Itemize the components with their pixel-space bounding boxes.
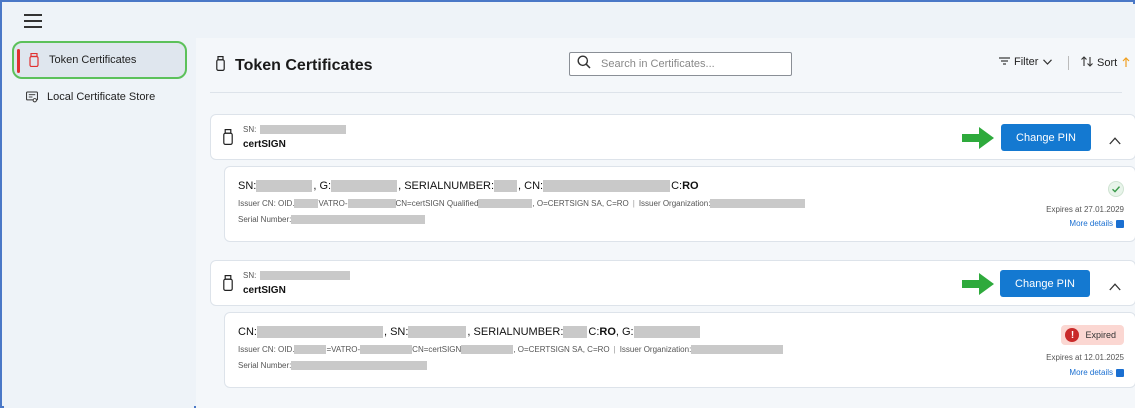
sort-direction-icon [1122,56,1130,70]
redacted-value [256,326,383,338]
sidebar: Token Certificates Local Certificate Sto… [4,38,194,408]
filter-button[interactable]: Filter [999,56,1053,68]
certificate-store-icon [26,90,38,104]
redacted-value [294,199,319,208]
certificate-serial-number: Serial Number: [238,361,428,370]
certificate-serial-number: Serial Number: [238,215,426,224]
redacted-value [291,361,428,370]
chevron-up-icon[interactable] [1109,278,1121,296]
redacted-value [563,326,588,338]
certificate-subject: SN: , G: , SERIALNUMBER: , CN: C: RO [238,180,699,192]
certificate-card[interactable]: SN: , G: , SERIALNUMBER: , CN: C: RO Iss… [224,166,1135,242]
chevron-down-icon [1043,56,1053,68]
app-window: Token Certificates Local Certificate Sto… [0,0,1135,408]
redacted-value [360,345,413,354]
usb-token-icon [223,129,233,150]
redacted-value [691,345,784,354]
expiry-date: Expires at 27.01.2029 [1046,205,1124,214]
status-badge: ! Expired [1061,325,1124,345]
certificate-card[interactable]: CN: , SN: , SERIALNUMBER: C: RO , G: Iss… [224,312,1135,388]
search-input[interactable] [601,58,781,70]
error-icon: ! [1065,328,1080,342]
redacted-value [294,345,327,354]
valid-check-icon [1108,181,1124,202]
certificate-issuer: Issuer CN: OID. =VATRO- CN=certSIGN , O=… [238,345,784,354]
usb-token-icon [223,275,233,296]
annotation-arrow-icon [962,273,994,300]
main-panel: Token Certificates Filter Sort [196,38,1135,408]
search-box[interactable] [569,52,792,76]
search-icon [577,55,591,74]
external-link-icon [1116,368,1124,377]
top-bar [4,4,1135,38]
redacted-value [260,271,351,280]
sort-button[interactable]: Sort [1068,56,1130,70]
expiry-date: Expires at 12.01.2025 [1046,353,1124,362]
filter-label: Filter [1014,56,1039,68]
redacted-value [256,180,313,192]
sidebar-item-label: Token Certificates [49,54,137,66]
external-link-icon [1116,219,1124,228]
sort-label: Sort [1097,57,1118,69]
token-name: certSIGN [243,139,286,150]
more-details-link[interactable]: More details [1069,219,1124,228]
token-card[interactable]: SN: certSIGN Change PIN [210,260,1135,306]
redacted-value [260,125,347,134]
token-card[interactable]: SN: certSIGN Change PIN [210,114,1135,160]
certificate-subject: CN: , SN: , SERIALNUMBER: C: RO , G: [238,326,700,338]
redacted-value [461,345,514,354]
redacted-value [347,199,396,208]
redacted-value [494,180,518,192]
chevron-up-icon[interactable] [1109,132,1121,150]
hamburger-menu-icon[interactable] [24,14,42,28]
usb-token-icon [216,56,225,76]
filter-icon [999,56,1010,68]
more-details-link[interactable]: More details [1069,368,1124,377]
change-pin-button[interactable]: Change PIN [1000,270,1090,297]
redacted-value [408,326,467,338]
token-name: certSIGN [243,285,286,296]
change-pin-button[interactable]: Change PIN [1001,124,1091,151]
usb-token-icon [28,53,40,67]
certificate-issuer: Issuer CN: OID. VATRO- CN=certSIGN Quali… [238,199,806,208]
redacted-value [291,215,426,224]
sidebar-item-label: Local Certificate Store [47,91,156,103]
page-title: Token Certificates [216,56,373,76]
sidebar-item-local-certificate-store[interactable]: Local Certificate Store [12,78,187,116]
sidebar-item-token-certificates[interactable]: Token Certificates [12,41,187,79]
redacted-value [331,180,398,192]
token-serial-number: SN: [243,125,347,134]
redacted-value [710,199,806,208]
redacted-value [633,326,700,338]
redacted-value [543,180,671,192]
annotation-arrow-icon [962,127,994,154]
redacted-value [478,199,533,208]
divider [210,92,1122,93]
sort-arrows-icon [1081,56,1093,70]
token-serial-number: SN: [243,271,351,280]
